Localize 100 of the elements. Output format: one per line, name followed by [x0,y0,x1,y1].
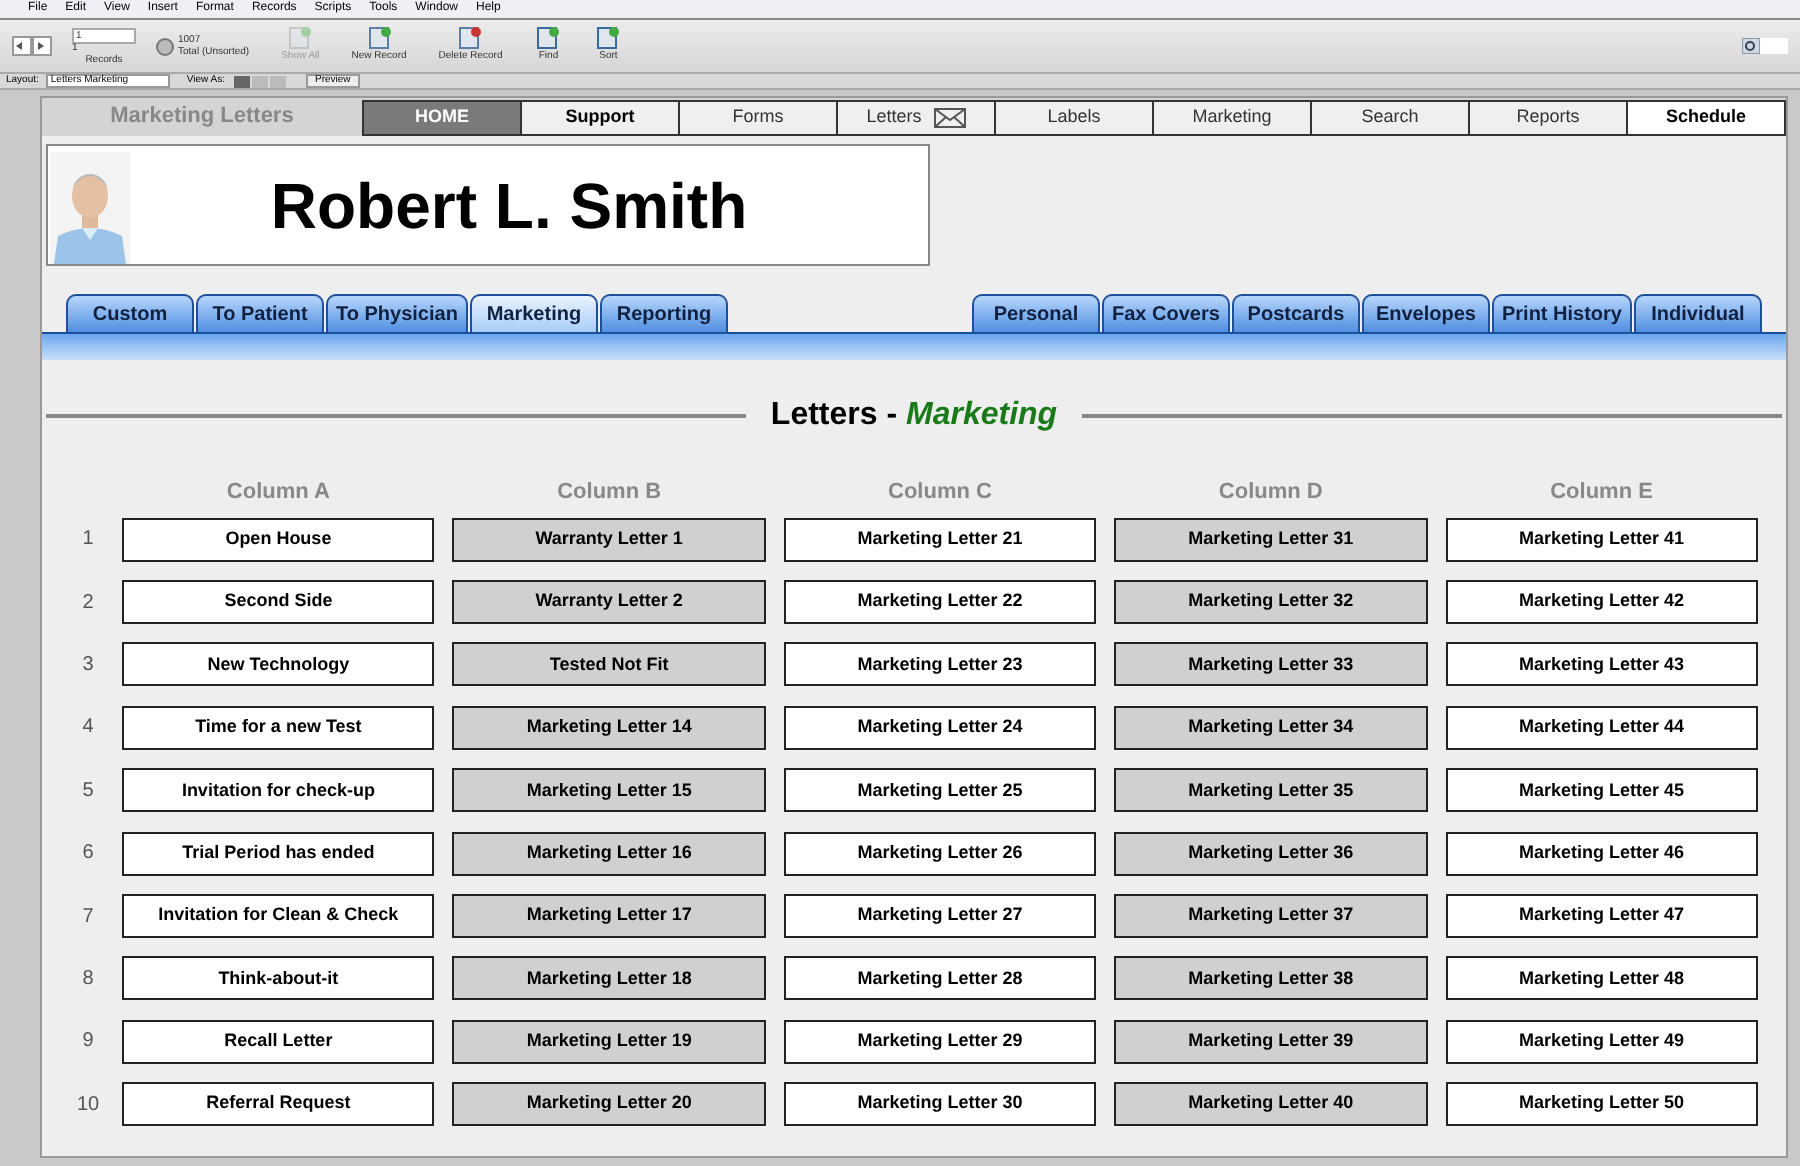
letter-button[interactable]: Marketing Letter 25 [783,768,1097,813]
row-number: 4 [80,714,96,743]
right-arrow-icon [34,40,46,52]
letter-button[interactable]: Trial Period has ended [122,831,435,876]
nav-button[interactable]: Support [522,102,680,134]
column-header: Column A [224,478,332,508]
column-header: Column D [1216,478,1325,508]
patient-name: Robert L. Smith [268,167,750,245]
row-number: 10 [74,1091,102,1120]
tab[interactable]: Marketing [469,294,598,332]
nav-button[interactable]: HOME [364,102,522,134]
tab[interactable]: Personal [971,294,1100,332]
letter-button[interactable]: Marketing Letter 48 [1445,956,1758,1001]
toolbar-icon [594,26,623,51]
row-number: 3 [80,651,96,680]
letter-button[interactable]: Marketing Letter 17 [452,894,766,939]
letter-button[interactable]: Warranty Letter 2 [452,580,766,625]
letter-button[interactable]: Marketing Letter 29 [783,1019,1097,1064]
next-button[interactable] [32,36,52,56]
previous-button[interactable] [12,36,32,56]
tab[interactable]: Reporting [599,294,728,332]
letter-button[interactable]: Marketing Letter 27 [783,894,1097,939]
letter-button[interactable]: Marketing Letter 20 [452,1082,766,1127]
column-header: Column B [555,478,664,508]
nav-button[interactable]: Schedule [1628,102,1784,134]
letter-button[interactable]: Time for a new Test [122,705,435,750]
nav-button[interactable]: Search [1312,102,1470,134]
letter-button[interactable]: Marketing Letter 31 [1114,517,1428,562]
letter-button[interactable]: Marketing Letter 36 [1114,831,1428,876]
letter-button[interactable]: Marketing Letter 22 [783,580,1097,625]
letter-button[interactable]: Marketing Letter 41 [1445,517,1758,562]
toolbar-icon [286,26,315,51]
tab[interactable]: To Physician [326,294,468,332]
letter-button[interactable]: Marketing Letter 32 [1114,580,1428,625]
letter-button[interactable]: Marketing Letter 19 [452,1019,766,1064]
tab[interactable]: Postcards [1231,294,1360,332]
row-number: 2 [80,589,96,618]
column-header: Column E [1548,478,1655,508]
letter-button[interactable]: Marketing Letter 14 [452,705,766,750]
letter-button[interactable]: Marketing Letter 35 [1114,768,1428,813]
form-view-button[interactable] [233,75,249,87]
letter-button[interactable]: Marketing Letter 42 [1445,580,1758,625]
letter-button[interactable]: Referral Request [122,1082,435,1127]
letter-button[interactable]: Marketing Letter 30 [783,1082,1097,1127]
letter-button[interactable]: Marketing Letter 37 [1114,894,1428,939]
letter-button[interactable]: Marketing Letter 44 [1445,705,1758,750]
search-field[interactable] [1760,38,1788,54]
row-number: 1 [80,526,96,555]
letter-button[interactable]: New Technology [122,642,435,687]
letter-button[interactable]: Marketing Letter 43 [1445,642,1758,687]
letter-button[interactable]: Marketing Letter 39 [1114,1019,1428,1064]
toolbar-icon [534,26,563,51]
letter-button[interactable]: Marketing Letter 16 [452,831,766,876]
nav-button[interactable]: Marketing [1154,102,1312,134]
letter-button[interactable]: Marketing Letter 24 [783,705,1097,750]
row-number: 8 [80,965,96,994]
tab[interactable]: Fax Covers [1101,294,1230,332]
letter-button[interactable]: Second Side [122,580,435,625]
left-arrow-icon [14,40,26,52]
letter-button[interactable]: Marketing Letter 40 [1114,1082,1428,1127]
envelope-icon [933,108,966,128]
letter-button[interactable]: Marketing Letter 23 [783,642,1097,687]
letter-button[interactable]: Recall Letter [122,1019,435,1064]
tab[interactable]: Print History [1491,294,1632,332]
letter-button[interactable]: Warranty Letter 1 [452,517,766,562]
letter-button[interactable]: Marketing Letter 26 [783,831,1097,876]
letter-button[interactable]: Marketing Letter 21 [783,517,1097,562]
letter-button[interactable]: Marketing Letter 45 [1445,768,1758,813]
toolbar-icon [456,26,485,51]
nav-button[interactable]: Labels [996,102,1154,134]
letter-button[interactable]: Tested Not Fit [452,642,766,687]
letter-button[interactable]: Marketing Letter 34 [1114,705,1428,750]
column-header: Column C [886,478,994,508]
letter-button[interactable]: Marketing Letter 28 [783,956,1097,1001]
search-icon [1742,38,1760,54]
row-number: 6 [80,840,96,869]
letter-button[interactable]: Marketing Letter 46 [1445,831,1758,876]
nav-button[interactable]: Reports [1470,102,1628,134]
tab[interactable]: Envelopes [1361,294,1490,332]
page-title: Marketing Letters [108,102,296,132]
tab[interactable]: Custom [66,294,194,332]
letter-button[interactable]: Think-about-it [122,956,435,1001]
tab[interactable]: Individual [1634,294,1762,332]
letter-button[interactable]: Marketing Letter 47 [1445,894,1758,939]
nav-button[interactable]: Forms [680,102,838,134]
letter-button[interactable]: Marketing Letter 15 [452,768,766,813]
letter-button[interactable]: Marketing Letter 49 [1445,1019,1758,1064]
letter-button[interactable]: Marketing Letter 33 [1114,642,1428,687]
row-number: 9 [80,1028,96,1057]
nav-button[interactable]: Letters [838,102,996,134]
letter-button[interactable]: Marketing Letter 18 [452,956,766,1001]
section-heading: Letters - Marketing [768,396,1060,436]
row-number: 5 [80,777,96,806]
tab[interactable]: To Patient [196,294,324,332]
letter-button[interactable]: Invitation for check-up [122,768,435,813]
letter-button[interactable]: Open House [122,517,435,562]
letter-button[interactable]: Marketing Letter 50 [1445,1082,1758,1127]
toolbar-icon [365,26,394,51]
letter-button[interactable]: Invitation for Clean & Check [122,894,435,939]
letter-button[interactable]: Marketing Letter 38 [1114,956,1428,1001]
